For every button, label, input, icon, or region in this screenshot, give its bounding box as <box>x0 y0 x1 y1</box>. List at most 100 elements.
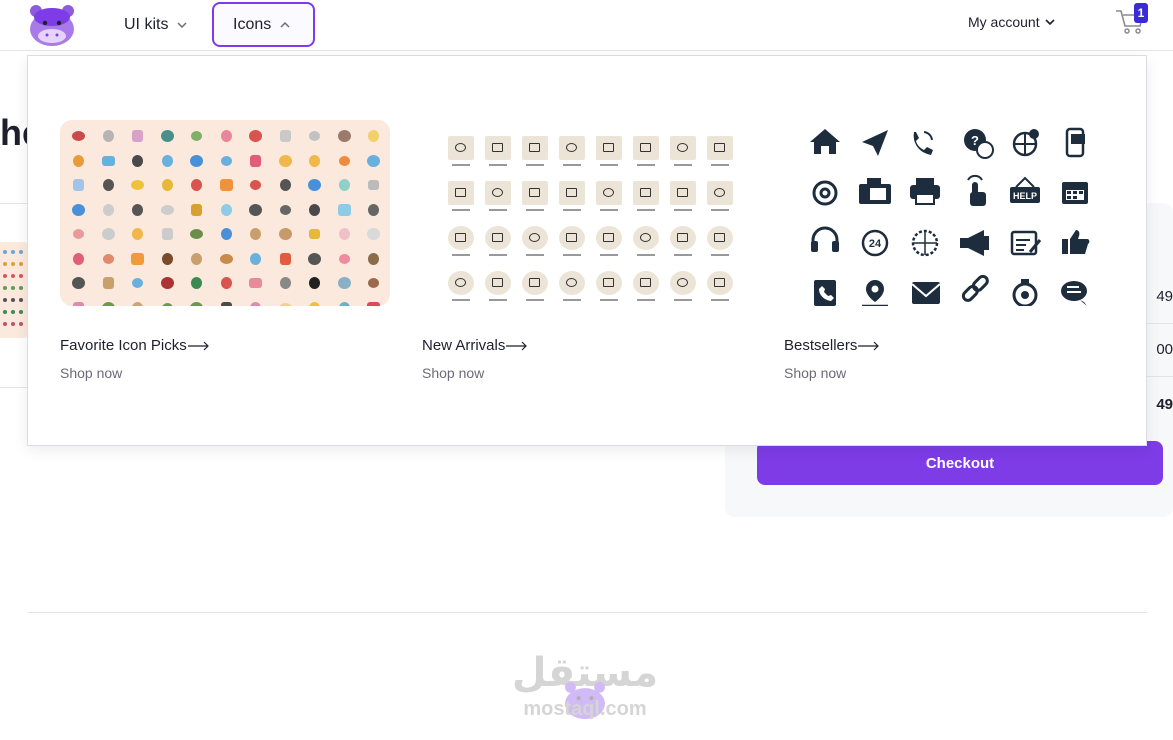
icon-tile <box>627 128 664 173</box>
icon-tile <box>442 218 479 263</box>
icon-thumbnail <box>359 222 389 247</box>
calendar-icon <box>1062 182 1088 204</box>
icon-tile <box>701 173 738 218</box>
icon-tile <box>590 173 627 218</box>
card-title: New Arrivals <box>422 337 506 354</box>
icon-thumbnail <box>300 222 330 247</box>
icon-tile <box>516 173 553 218</box>
my-account-menu[interactable]: My account <box>968 14 1056 30</box>
mobile-doc-icon <box>1065 127 1085 158</box>
icon-thumbnail <box>359 247 389 272</box>
icon-thumbnail <box>300 149 330 174</box>
icon-tile <box>479 128 516 173</box>
icon-tile <box>516 218 553 263</box>
icon-thumbnail <box>359 124 389 149</box>
icon-thumbnail <box>271 124 301 149</box>
thumbs-up-icon <box>1062 230 1090 254</box>
icon-thumbnail <box>241 173 271 198</box>
icon-thumbnail <box>153 222 183 247</box>
icon-thumbnail <box>94 198 124 223</box>
browser-edit-icon <box>1010 230 1042 256</box>
cart-item-thumbnail <box>0 242 28 338</box>
icon-tile <box>701 263 738 306</box>
svg-text:24: 24 <box>869 238 882 250</box>
icon-thumbnail <box>241 247 271 272</box>
icon-thumbnail <box>64 296 94 306</box>
shop-now-link[interactable]: Shop now <box>784 365 846 381</box>
icon-thumbnail <box>241 296 271 306</box>
icon-tile <box>627 263 664 306</box>
icon-thumbnail <box>64 198 94 223</box>
icon-thumbnail <box>94 247 124 272</box>
nav-ui-kits[interactable]: UI kits <box>124 2 188 47</box>
shop-now-link[interactable]: Shop now <box>422 365 484 381</box>
icon-thumbnail <box>182 247 212 272</box>
icon-tile <box>627 218 664 263</box>
hippo-logo-icon[interactable] <box>26 3 78 47</box>
shop-now-link[interactable]: Shop now <box>60 365 122 381</box>
icon-tile <box>664 128 701 173</box>
icon-tile <box>664 173 701 218</box>
icon-thumbnail <box>212 222 242 247</box>
nav-ui-kits-label: UI kits <box>124 15 169 33</box>
icon-tile <box>553 173 590 218</box>
arrow-right-icon <box>187 341 209 350</box>
icon-tile <box>516 128 553 173</box>
icon-thumbnail <box>64 124 94 149</box>
outline-icon-grid <box>442 128 738 306</box>
new-arrivals-image[interactable] <box>422 120 752 306</box>
footer-divider <box>27 612 1147 613</box>
icon-thumbnail <box>182 124 212 149</box>
icon-thumbnail <box>94 124 124 149</box>
my-account-label: My account <box>968 14 1040 30</box>
bestsellers-image[interactable]: ? HELP 24 <box>784 120 1114 306</box>
card-title: Favorite Icon Picks <box>60 337 187 354</box>
icon-tile <box>590 263 627 306</box>
checkout-button[interactable]: Checkout <box>757 441 1163 485</box>
icon-thumbnail <box>64 271 94 296</box>
icon-thumbnail <box>359 198 389 223</box>
bestsellers-link[interactable]: Bestsellers <box>784 337 880 354</box>
icon-thumbnail <box>330 247 360 272</box>
icon-thumbnail <box>64 247 94 272</box>
link-icon <box>961 274 989 302</box>
icon-thumbnail <box>271 271 301 296</box>
icon-thumbnail <box>182 222 212 247</box>
icon-thumbnail <box>212 198 242 223</box>
help-sign-icon: HELP <box>1010 176 1040 203</box>
summary-value: 00 <box>1156 341 1173 358</box>
site-header: UI kits Icons My account 1 <box>0 0 1173 51</box>
question-chat-icon: ? <box>964 129 994 159</box>
icon-tile <box>590 128 627 173</box>
icon-thumbnail <box>123 247 153 272</box>
icon-thumbnail <box>64 222 94 247</box>
icon-tile <box>553 218 590 263</box>
icon-thumbnail <box>123 271 153 296</box>
new-arrivals-link[interactable]: New Arrivals <box>422 337 528 354</box>
svg-text:?: ? <box>971 133 979 148</box>
icon-thumbnail <box>153 173 183 198</box>
icon-thumbnail <box>330 296 360 306</box>
icon-thumbnail <box>212 247 242 272</box>
svg-text:HELP: HELP <box>1013 191 1037 201</box>
contact-book-icon <box>814 280 836 306</box>
icon-thumbnail <box>153 271 183 296</box>
summary-total: 49 <box>1156 396 1173 413</box>
icon-tile <box>442 128 479 173</box>
icon-thumbnail <box>271 247 301 272</box>
icon-thumbnail <box>271 173 301 198</box>
icon-thumbnail <box>241 124 271 149</box>
icon-thumbnail <box>94 271 124 296</box>
chevron-down-icon <box>177 21 187 28</box>
icon-tile <box>442 173 479 218</box>
icon-tile <box>627 173 664 218</box>
icon-thumbnail <box>359 149 389 174</box>
icon-thumbnail <box>330 173 360 198</box>
location-icon <box>862 280 888 306</box>
icon-thumbnail <box>212 124 242 149</box>
favorite-icon-picks-image[interactable] <box>60 120 390 306</box>
icon-thumbnail <box>153 198 183 223</box>
icon-thumbnail <box>182 149 212 174</box>
nav-icons[interactable]: Icons <box>212 2 315 47</box>
favorite-icon-picks-link[interactable]: Favorite Icon Picks <box>60 337 210 354</box>
